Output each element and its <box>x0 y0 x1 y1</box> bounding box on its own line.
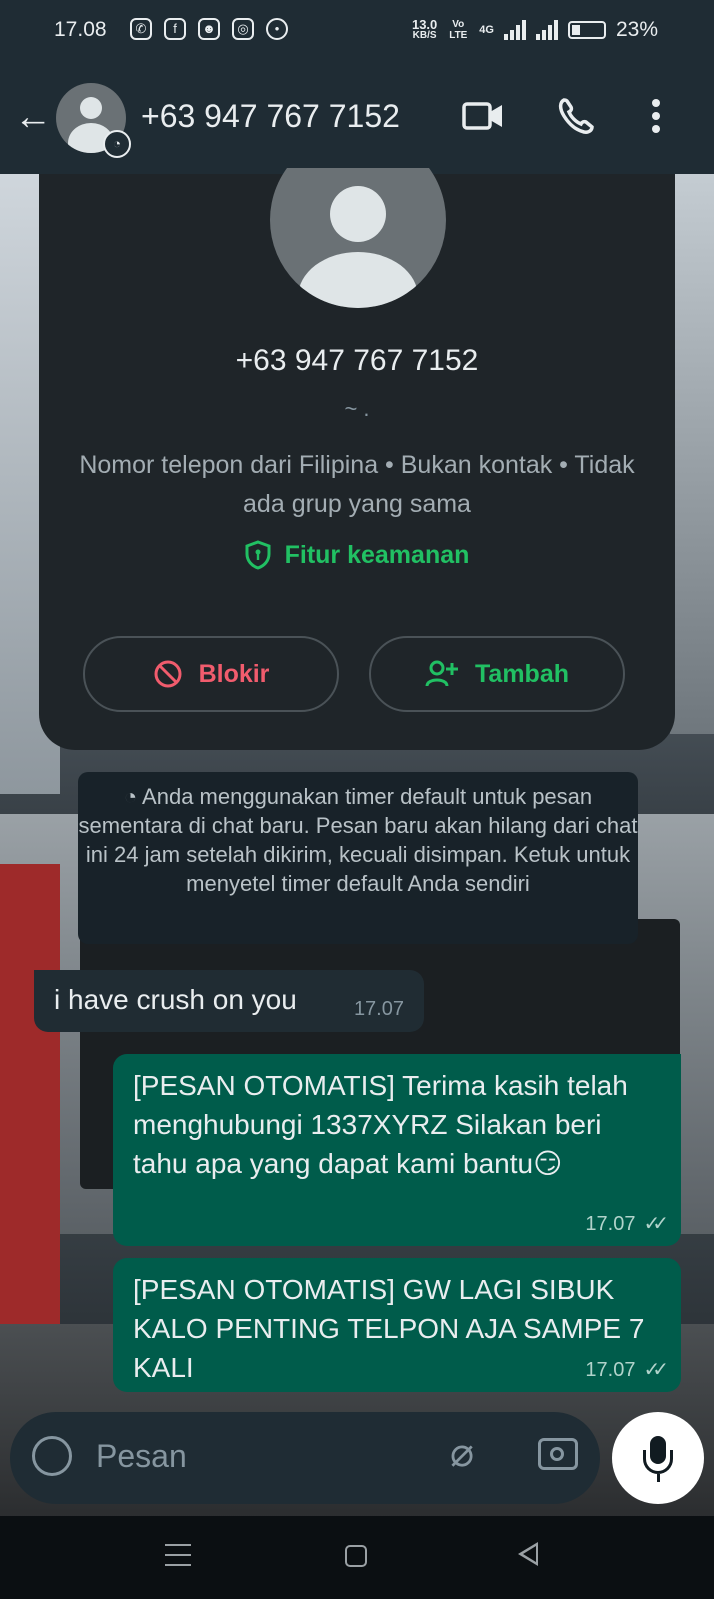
read-ticks-icon: ✓✓ <box>643 1359 668 1381</box>
contact-avatar-body <box>298 252 418 308</box>
avatar-head <box>80 97 102 119</box>
message-time: 17.07 <box>353 998 404 1020</box>
message-text: i have crush on you <box>54 984 297 1015</box>
status-time: 17.08 <box>54 18 107 41</box>
message-meta: 17.07 ✓✓ <box>585 1211 668 1236</box>
add-contact-button[interactable]: Tambah <box>369 636 625 712</box>
message-text: [PESAN OTOMATIS] Terima kasih telah meng… <box>133 1070 628 1179</box>
location-icon: • <box>266 18 288 40</box>
signal-icon <box>503 20 526 40</box>
status-bar: 17.08 ✆ f ☻ ◎ • 13.0 KB/S Vo LTE 4G 23% <box>0 0 714 64</box>
battery-percent: 23% <box>615 18 658 41</box>
message-outgoing[interactable]: [PESAN OTOMATIS] Terima kasih telah meng… <box>113 1054 681 1246</box>
instagram-icon: ◎ <box>232 18 254 40</box>
block-button[interactable]: Blokir <box>83 636 339 712</box>
more-options-icon[interactable] <box>649 96 663 136</box>
block-icon <box>154 660 182 688</box>
network-type: 4G <box>479 23 494 36</box>
facebook-icon: f <box>164 18 186 40</box>
add-contact-label: Tambah <box>475 659 569 688</box>
battery-icon <box>567 21 606 39</box>
signal-icon-2 <box>535 20 558 40</box>
chat-header: ← ◔ +63 947 767 7152 <box>0 64 714 174</box>
disappearing-timer-icon: ◔ <box>103 130 131 158</box>
contact-info-card: +63 947 767 7152 ~ . Nomor telepon dari … <box>39 168 675 750</box>
add-person-icon <box>425 660 458 687</box>
message-meta: 17.07 ✓✓ <box>585 1357 668 1382</box>
voice-call-icon[interactable] <box>556 96 596 136</box>
security-features-link[interactable]: Fitur keamanan <box>39 540 675 570</box>
recents-icon[interactable] <box>165 1544 191 1566</box>
back-arrow-icon[interactable]: ← <box>14 98 52 136</box>
nav-back-icon[interactable] <box>518 1542 538 1566</box>
app-icon: ☻ <box>198 18 220 40</box>
status-right: 13.0 KB/S Vo LTE 4G 23% <box>412 18 658 42</box>
mic-icon-arc <box>643 1450 673 1474</box>
contact-avatar-circle <box>270 168 446 308</box>
message-text: [PESAN OTOMATIS] GW LAGI SIBUK KALO PENT… <box>133 1274 645 1383</box>
message-outgoing[interactable]: [PESAN OTOMATIS] GW LAGI SIBUK KALO PENT… <box>113 1258 681 1392</box>
net-speed-unit: KB/S <box>412 30 437 41</box>
attach-icon[interactable]: ⌀ <box>450 1430 474 1476</box>
camera-icon[interactable] <box>538 1438 578 1470</box>
message-input[interactable]: Pesan <box>96 1438 187 1475</box>
status-app-icons: ✆ f ☻ ◎ • <box>130 18 288 40</box>
block-label: Blokir <box>198 659 270 688</box>
read-ticks-icon: ✓✓ <box>643 1213 668 1235</box>
video-call-icon[interactable] <box>462 96 504 136</box>
wallpaper-sky-right <box>670 174 714 734</box>
message-time: 17.07 <box>585 1213 636 1235</box>
contact-avatar-head <box>330 186 386 242</box>
net-speed: 13.0 KB/S <box>411 17 438 41</box>
contact-avatar <box>270 168 446 308</box>
contact-about: ~ . <box>344 396 370 421</box>
emoji-sticker-icon[interactable] <box>32 1436 72 1476</box>
home-icon[interactable] <box>345 1545 367 1567</box>
message-composer: Pesan ⌀ <box>10 1412 600 1504</box>
disappearing-messages-notice[interactable]: ◔ Anda menggunakan timer default untuk p… <box>78 772 638 944</box>
message-incoming[interactable]: i have crush on you 17.07 <box>34 970 424 1032</box>
security-features-label: Fitur keamanan <box>284 540 470 569</box>
message-time: 17.07 <box>585 1359 636 1381</box>
mic-icon-stem <box>657 1474 660 1482</box>
net-speed-value: 13.0 <box>411 17 438 32</box>
timer-icon: ◔ <box>123 784 143 809</box>
chat-title[interactable]: +63 947 767 7152 <box>141 98 400 135</box>
system-nav-bar <box>0 1516 714 1599</box>
notice-text: Anda menggunakan timer default untuk pes… <box>78 784 638 896</box>
volte-indicator: Vo LTE <box>449 19 468 41</box>
shield-icon <box>245 540 271 570</box>
contact-info-text: Nomor telepon dari Filipina • Bukan kont… <box>79 451 635 518</box>
voice-message-button[interactable] <box>612 1412 704 1504</box>
contact-phone: +63 947 767 7152 <box>235 344 479 377</box>
whatsapp-icon: ✆ <box>130 18 152 40</box>
